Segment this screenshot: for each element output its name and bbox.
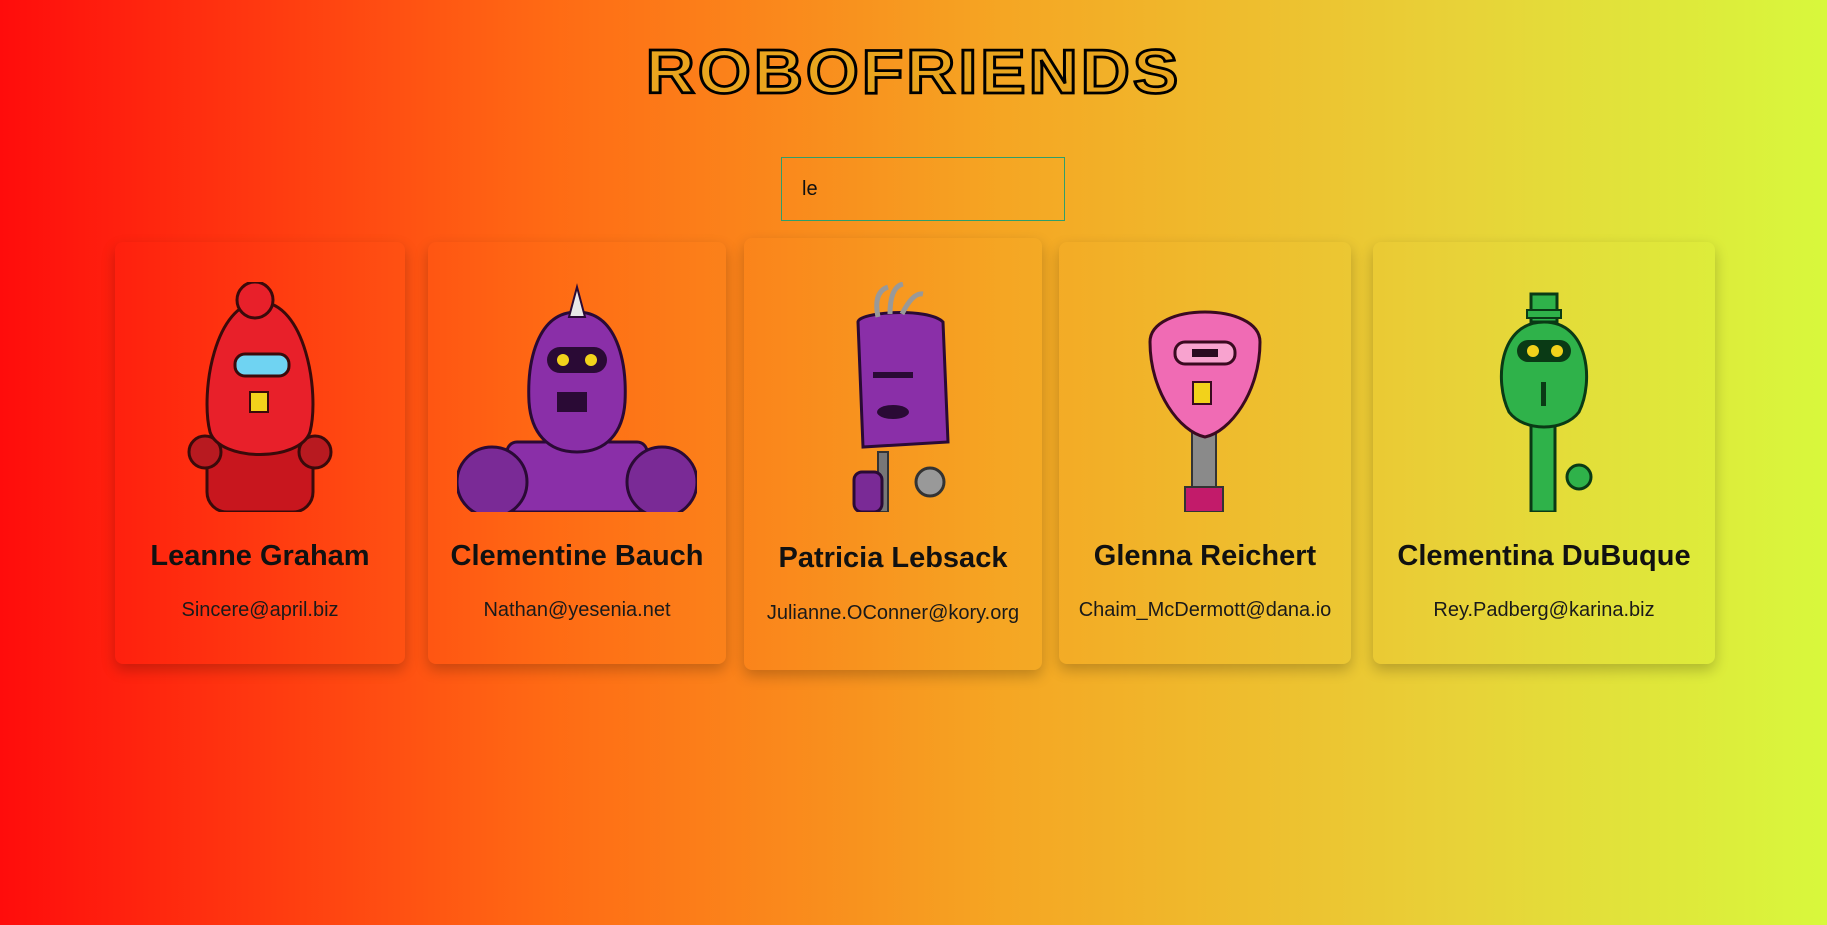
robot-card[interactable]: Glenna Reichert Chaim_McDermott@dana.io bbox=[1059, 242, 1351, 664]
purple-robot-avatar bbox=[744, 282, 1042, 512]
robot-name: Patricia Lebsack bbox=[778, 542, 1008, 574]
robot-card[interactable]: Clementine Bauch Nathan@yesenia.net bbox=[428, 242, 726, 664]
robot-name: Glenna Reichert bbox=[1093, 540, 1317, 572]
robot-email: Chaim_McDermott@dana.io bbox=[1078, 599, 1332, 621]
red-robot-avatar bbox=[115, 282, 405, 512]
green-robot-avatar bbox=[1373, 282, 1715, 512]
robot-email: Julianne.OConner@kory.org bbox=[766, 602, 1020, 624]
robot-email: Nathan@yesenia.net bbox=[483, 599, 671, 621]
robot-card[interactable]: Patricia Lebsack Julianne.OConner@kory.o… bbox=[744, 238, 1042, 670]
page-title: ROBOFRIENDS bbox=[644, 36, 1182, 109]
robot-card[interactable]: Clementina DuBuque Rey.Padberg@karina.bi… bbox=[1373, 242, 1715, 664]
robot-card[interactable]: Leanne Graham Sincere@april.biz bbox=[115, 242, 405, 664]
robot-email: Sincere@april.biz bbox=[181, 599, 339, 621]
purple-robot-avatar bbox=[428, 282, 726, 512]
search-input[interactable] bbox=[781, 157, 1065, 221]
robot-name: Clementina DuBuque bbox=[1397, 540, 1691, 572]
robot-email: Rey.Padberg@karina.biz bbox=[1433, 599, 1655, 621]
robot-name: Leanne Graham bbox=[150, 540, 370, 572]
robot-name: Clementine Bauch bbox=[450, 540, 704, 572]
pink-robot-avatar bbox=[1059, 282, 1351, 512]
